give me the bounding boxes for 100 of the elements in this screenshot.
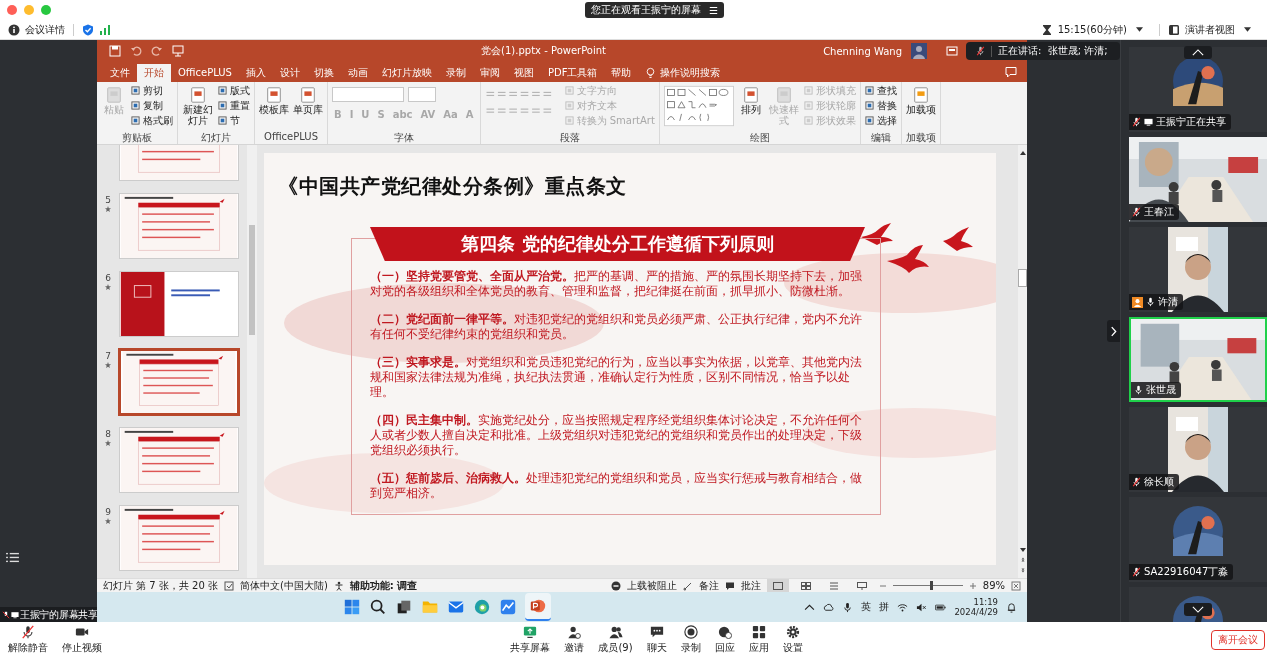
battery-icon[interactable] (935, 601, 947, 613)
toolbar-button[interactable]: 停止视频 (62, 624, 102, 655)
ribbon-tab[interactable]: 插入 (238, 64, 273, 82)
ribbon-button[interactable]: 查找 (864, 84, 897, 97)
ribbon-tab[interactable]: 切换 (306, 64, 341, 82)
participant-tile[interactable]: 许清 (1129, 227, 1267, 312)
toolbar-button[interactable]: 解除静音 (8, 624, 48, 655)
browser-icon[interactable] (472, 598, 491, 616)
toolbar-button[interactable]: 设置 (782, 624, 803, 655)
leave-meeting-button[interactable]: 离开会议 (1211, 629, 1265, 650)
microphone-icon[interactable] (842, 601, 854, 613)
notification-icon[interactable] (1006, 601, 1017, 613)
chevron-up-icon[interactable] (804, 601, 816, 613)
list-icon[interactable] (6, 552, 19, 563)
normal-view-button[interactable] (766, 579, 789, 592)
scrollbar-thumb[interactable] (249, 225, 255, 335)
slide-thumbnail[interactable] (119, 349, 239, 415)
ribbon-button[interactable]: 加载项 (905, 84, 936, 131)
toolbar-button[interactable]: 应用 (748, 624, 769, 655)
toolbar-button[interactable]: 成员(9) (598, 624, 633, 655)
ribbon-button[interactable]: 排列 (737, 84, 764, 131)
chart-app-icon[interactable] (498, 598, 517, 616)
undo-icon[interactable] (130, 45, 142, 57)
ribbon-button[interactable]: 替换 (864, 99, 897, 112)
notes-button[interactable]: 备注 (698, 578, 719, 593)
scroll-up-icon[interactable] (1018, 149, 1027, 157)
meeting-details-link[interactable]: 会议详情 (25, 22, 65, 37)
participant-tile[interactable]: SA22916047丁淼 (1129, 497, 1267, 582)
shapes-gallery[interactable] (663, 84, 734, 128)
ribbon-tab[interactable]: OfficePLUS (171, 64, 239, 82)
muted-speaker-icon[interactable] (916, 601, 928, 613)
ribbon-button[interactable]: 模板库 (259, 84, 289, 131)
ribbon-button[interactable]: 选择 (864, 114, 897, 127)
user-name[interactable]: Chenning Wang (823, 45, 902, 57)
zoom-in-icon[interactable] (968, 581, 977, 590)
user-avatar[interactable] (911, 43, 927, 59)
expand-panel-button[interactable] (1107, 320, 1120, 342)
toolbar-button[interactable]: 共享屏幕 (510, 624, 551, 655)
scroll-down-button[interactable] (1184, 603, 1212, 616)
presentation-icon[interactable] (172, 45, 184, 57)
ribbon-tab[interactable]: PDF工具箱 (540, 64, 605, 82)
powerpoint-taskbar-button[interactable] (524, 593, 551, 621)
participant-tile[interactable]: 张世晟 (1129, 317, 1267, 402)
ribbon-tab[interactable]: 文件 (103, 64, 137, 82)
scroll-down-icon[interactable] (1018, 546, 1027, 554)
upload-status[interactable]: 上载被阻止 (626, 578, 677, 593)
speaker-view-button[interactable]: 演讲者视图 (1185, 22, 1235, 37)
ribbon-button[interactable]: 复制 (131, 99, 173, 112)
close-light[interactable] (7, 5, 17, 15)
search-icon[interactable] (368, 598, 387, 616)
ribbon-button[interactable]: 节 (218, 114, 250, 127)
toolbar-button[interactable]: 录制 (680, 624, 701, 655)
ribbon-button[interactable]: 单页库 (293, 84, 323, 131)
ribbon-tab[interactable]: 帮助 (604, 64, 639, 82)
input-method-indicator[interactable]: 拼 (879, 600, 890, 614)
font-name-field[interactable] (332, 87, 404, 102)
signal-icon[interactable] (99, 23, 111, 36)
language-status[interactable]: 简体中文(中国大陆) (240, 578, 328, 593)
ribbon-tab[interactable]: 设计 (272, 64, 307, 82)
scroll-up-button[interactable] (1184, 46, 1212, 59)
redo-icon[interactable] (151, 45, 163, 57)
comment-icon[interactable] (1005, 66, 1017, 78)
ribbon-button[interactable]: 版式 (218, 84, 250, 97)
input-method-indicator[interactable]: 英 (861, 600, 872, 614)
ribbon-button[interactable]: 格式刷 (131, 114, 173, 127)
participant-tile[interactable]: 王振宁正在共享 (1129, 47, 1267, 132)
ribbon-tab[interactable]: 开始 (137, 64, 171, 82)
fit-slide-icon[interactable] (1011, 580, 1021, 591)
ribbon-tab[interactable]: 录制 (438, 64, 473, 82)
viewing-banner[interactable]: 您正在观看王振宁的屏幕 ☰ (585, 2, 724, 18)
participant-tile[interactable]: 徐长顺 (1129, 407, 1267, 492)
caret-icon[interactable] (1244, 27, 1251, 32)
participant-tile[interactable]: 王春江 (1129, 137, 1267, 222)
meeting-timer[interactable]: 15:15(60分钟) (1057, 22, 1127, 37)
cloud-icon[interactable] (823, 601, 835, 613)
ribbon-tab[interactable]: 幻灯片放映 (374, 64, 439, 82)
ribbon-button[interactable]: 剪切 (131, 84, 173, 97)
spelling-icon[interactable] (224, 580, 234, 591)
comments-button[interactable]: 批注 (740, 578, 761, 593)
shield-icon[interactable] (82, 23, 94, 36)
ribbon-tab[interactable]: 动画 (340, 64, 375, 82)
ribbon-button[interactable]: 重置 (218, 99, 250, 112)
taskbar-clock[interactable]: 11:19 2024/4/29 (954, 597, 998, 617)
toolbar-button[interactable]: 邀请 (564, 624, 585, 655)
save-icon[interactable] (109, 45, 121, 57)
search-field[interactable]: 操作说明搜索 (660, 64, 721, 82)
windows-start-icon[interactable] (342, 598, 361, 616)
wifi-icon[interactable] (897, 601, 909, 613)
font-size-field[interactable] (408, 87, 436, 102)
toolbar-button[interactable]: 回应 (714, 624, 735, 655)
ribbon-tab[interactable]: 视图 (506, 64, 541, 82)
zoom-level[interactable]: 89% (982, 580, 1005, 591)
accessibility-status[interactable]: 辅助功能: 调查 (349, 578, 418, 593)
ribbon-tab[interactable]: 审阅 (472, 64, 507, 82)
ribbon-display-icon[interactable] (946, 45, 958, 57)
toolbar-button[interactable]: 聊天 (646, 624, 667, 655)
lightbulb-icon (646, 67, 656, 79)
ribbon-button[interactable]: 新建幻灯片 (182, 84, 214, 131)
caret-icon[interactable] (1136, 27, 1143, 32)
scrollbar-thumb[interactable] (1018, 269, 1027, 287)
